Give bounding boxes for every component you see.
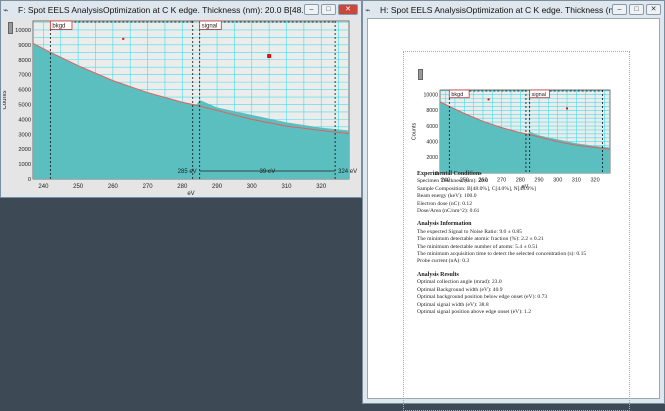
- scroll-handle[interactable]: [8, 22, 13, 34]
- app-icon: ⌁: [3, 4, 9, 15]
- y-tick-label: 2000: [18, 147, 31, 153]
- section-title: Analysis Information: [417, 221, 472, 228]
- report-line: Electron dose (nC): 0.12: [417, 200, 472, 207]
- y-tick-label: 3000: [18, 132, 31, 138]
- y-tick-label: 4000: [18, 117, 31, 123]
- minimize-button[interactable]: –: [304, 4, 319, 15]
- y-tick-label: 7000: [18, 73, 31, 79]
- y-tick-label: 6000: [426, 124, 438, 130]
- edge-onset-label: 285 eV: [178, 169, 197, 175]
- minimize-button[interactable]: –: [612, 4, 627, 15]
- close-button[interactable]: ✕: [646, 4, 661, 15]
- spectrum-plot[interactable]: bkgd signal 240 250 260 270 280 290 300 310 320 0 10…: [2, 18, 361, 197]
- y-tick-label: 1000: [18, 162, 31, 168]
- report-line: Optimal collection angle (mrad): 23.0: [417, 279, 502, 286]
- x-tick-label: 310: [281, 184, 292, 190]
- report-line: Probe current (nA): 0.3: [417, 258, 470, 265]
- x-tick-label: 320: [590, 178, 599, 184]
- report-line: The minimum detectable number of atoms: …: [417, 243, 538, 250]
- x-tick-label: 250: [73, 184, 84, 190]
- title-bar[interactable]: ⌁ F: Spot EELS AnalysisOptimization at C…: [1, 1, 361, 18]
- region-label: signal: [202, 24, 218, 30]
- spectrum-window: ⌁ F: Spot EELS AnalysisOptimization at C…: [0, 0, 362, 198]
- window-title: H: Spot EELS AnalysisOptimization at C K…: [380, 4, 612, 15]
- title-bar[interactable]: ⌁ H: Spot EELS AnalysisOptimization at C…: [363, 1, 664, 18]
- report-line: Optimal Background width (eV): 40.9: [417, 286, 503, 293]
- region-label: bkgd: [52, 24, 65, 30]
- report-line: Dose/Area (nC/nm^2): 0.61: [417, 208, 480, 215]
- x-tick-label: 240: [38, 184, 49, 190]
- report-line: Optimal background position below edge o…: [417, 294, 548, 301]
- y-axis-label: Counts: [411, 123, 417, 141]
- report-line: The minimum detectable atomic fraction (…: [417, 236, 544, 243]
- y-tick-label: 6000: [18, 88, 31, 94]
- y-tick-label: 5000: [18, 102, 31, 108]
- y-tick-label: 9000: [18, 43, 31, 49]
- y-tick-label: 0: [28, 177, 31, 183]
- x-axis-label: eV: [187, 191, 194, 197]
- maximize-button[interactable]: □: [321, 4, 336, 15]
- y-tick-label: 8000: [426, 108, 438, 114]
- report-line: Beam energy (keV): 100.0: [417, 193, 477, 200]
- window-title: F: Spot EELS AnalysisOptimization at C K…: [18, 4, 304, 15]
- signal-width-label: 39 eV: [260, 169, 276, 175]
- marker: [487, 98, 490, 101]
- x-tick-label: 260: [108, 184, 119, 190]
- x-tick-label: 320: [316, 184, 327, 190]
- edge-end-label: 324 eV: [338, 169, 357, 175]
- app-icon: ⌁: [365, 4, 371, 15]
- close-button[interactable]: ✕: [338, 4, 358, 15]
- x-tick-label: 300: [247, 184, 258, 190]
- y-axis-label: Counts: [3, 90, 8, 109]
- x-tick-label: 270: [143, 184, 154, 190]
- marker: [267, 54, 272, 59]
- report-line: Specimen Thickness (nm): 20.0: [417, 178, 489, 185]
- x-tick-label: 280: [177, 184, 188, 190]
- y-tick-label: 10000: [423, 93, 438, 99]
- y-tick-label: 8000: [18, 58, 31, 64]
- x-tick-label: 290: [212, 184, 223, 190]
- report-text: Experimental Conditions Specimen Thickne…: [417, 171, 586, 316]
- marker: [566, 107, 569, 110]
- region-label: signal: [532, 92, 546, 98]
- region-label: bkgd: [451, 92, 463, 98]
- marker: [122, 37, 125, 40]
- report-line: Optimal signal width (eV): 38.8: [417, 301, 489, 308]
- maximize-button[interactable]: □: [629, 4, 644, 15]
- report-line: Optimal signal position above edge onset…: [417, 308, 532, 315]
- y-tick-label: 2000: [426, 155, 438, 161]
- y-tick-label: 10000: [15, 28, 31, 34]
- y-tick-label: 4000: [426, 140, 438, 146]
- report-window: ⌁ H: Spot EELS AnalysisOptimization at C…: [362, 0, 665, 411]
